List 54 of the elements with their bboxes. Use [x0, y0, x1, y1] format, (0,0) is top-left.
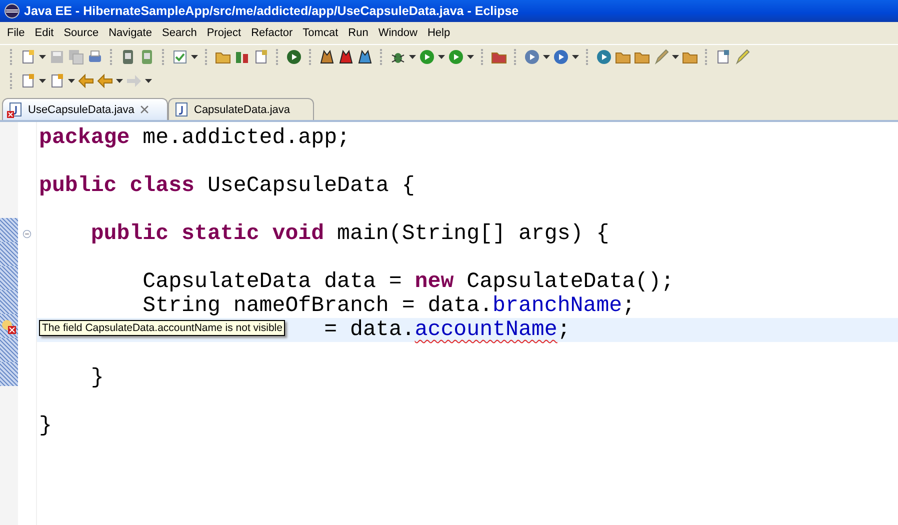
editor-tab[interactable]: UseCapsuleData.java [2, 98, 168, 120]
dropdown-icon[interactable] [572, 55, 579, 59]
dropdown-icon[interactable] [409, 55, 416, 59]
editor-tab[interactable]: CapsulateData.java [168, 98, 314, 120]
menu-item[interactable]: Help [422, 27, 456, 39]
java-file-icon [173, 102, 189, 118]
java-file-error-icon [7, 102, 23, 118]
change-marker [0, 242, 18, 266]
menu-item[interactable]: Edit [30, 27, 59, 39]
code-line: } [38, 414, 53, 438]
dropdown-icon[interactable] [145, 79, 152, 83]
dropdown-icon[interactable] [68, 79, 75, 83]
dropdown-icon[interactable] [116, 79, 123, 83]
menu-item[interactable]: Source [58, 27, 104, 39]
error-tooltip: The field CapsulateData.accountName is not visible [39, 320, 286, 336]
menu-item[interactable]: Refactor [246, 27, 298, 39]
marker-icon[interactable] [734, 49, 750, 65]
code-line: public class UseCapsuleData { [38, 174, 416, 198]
eclipse-icon [4, 3, 20, 19]
close-icon[interactable] [139, 104, 150, 115]
change-marker [0, 338, 18, 362]
dropdown-icon[interactable] [191, 55, 198, 59]
change-marker [0, 362, 18, 386]
menu-item[interactable]: Run [343, 27, 374, 39]
new-wizard-icon[interactable] [20, 49, 36, 65]
dropdown-icon[interactable] [672, 55, 679, 59]
dropdown-icon[interactable] [39, 55, 46, 59]
code-line: package me.addicted.app; [38, 126, 352, 150]
change-marker [0, 218, 18, 242]
menu-item[interactable]: Tomcat [298, 27, 344, 39]
code-line: } [90, 366, 105, 390]
window-title: Java EE - HibernateSampleApp/src/me/addicted/app/UseCapsuleData.java - Eclipse [24, 4, 519, 18]
code-line: CapsulateData data = new CapsulateData(); [142, 270, 675, 294]
menu-item[interactable]: Search [156, 27, 202, 39]
dropdown-icon[interactable] [543, 55, 550, 59]
menu-item[interactable]: Window [373, 27, 422, 39]
dropdown-icon[interactable] [39, 79, 46, 83]
last-edit-icon[interactable] [78, 73, 94, 89]
menu-item[interactable]: Project [202, 27, 246, 39]
code-line: public static void main(String[] args) { [90, 222, 610, 246]
menu-item[interactable]: Navigate [104, 27, 157, 39]
run-tool-icon[interactable] [448, 49, 464, 65]
collapse-icon[interactable] [22, 229, 32, 239]
menu-item[interactable]: File [2, 27, 30, 39]
code-line: String nameOfBranch = data.branchName; [142, 294, 636, 318]
dropdown-icon[interactable] [438, 55, 445, 59]
change-marker [0, 266, 18, 290]
print-icon[interactable] [87, 49, 103, 65]
run-icon[interactable] [419, 49, 435, 65]
dropdown-icon[interactable] [467, 55, 474, 59]
task-icon[interactable] [172, 49, 188, 65]
back-arrow-icon[interactable] [97, 73, 113, 89]
change-marker [0, 290, 18, 314]
new-file-icon[interactable] [253, 49, 269, 65]
